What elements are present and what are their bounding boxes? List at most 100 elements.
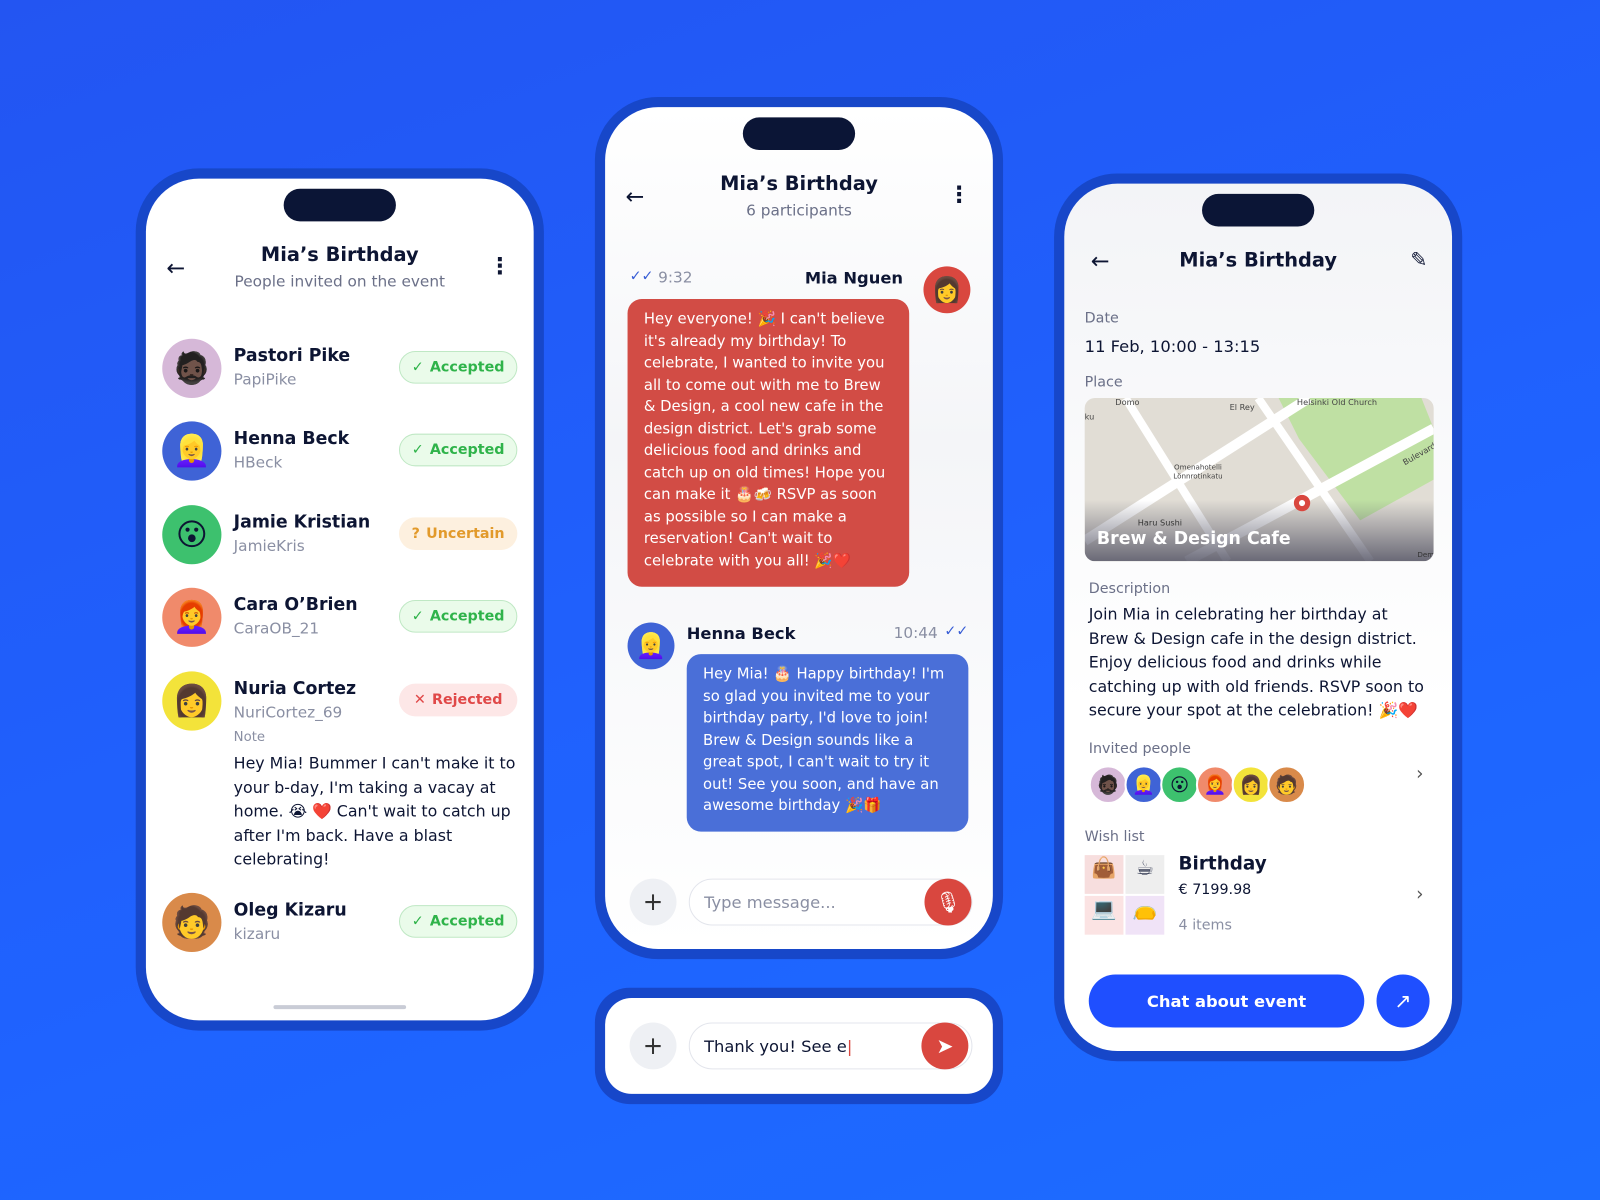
status-icon: ? xyxy=(411,525,420,542)
status-icon: ✓ xyxy=(411,441,424,459)
message-time: 9:32 xyxy=(658,268,693,287)
message-bubble-mia: Hey everyone! 🎉 I can't believe it's alr… xyxy=(627,298,910,587)
chevron-right-icon[interactable]: › xyxy=(1416,763,1423,784)
person-name: Pastori Pike xyxy=(233,345,351,367)
attach-plus-button[interactable]: + xyxy=(629,878,677,926)
compose-screen: + Thank you! See e | ➤ xyxy=(605,997,993,1094)
more-options-icon[interactable]: ⋮ xyxy=(948,183,970,209)
avatar: 🧔🏿 xyxy=(162,338,222,398)
person-name: Jamie Kristian xyxy=(233,512,371,533)
send-button[interactable]: ➤ xyxy=(921,1022,969,1070)
status-badge: ? Uncertain xyxy=(398,517,518,550)
compose-value: Thank you! See e xyxy=(704,1036,847,1056)
invited-avatar: 👱‍♀️ xyxy=(1124,765,1164,805)
event-title: Mia’s Birthday xyxy=(1179,248,1338,272)
wishlist-name: Birthday xyxy=(1178,853,1267,875)
status-icon: ✓ xyxy=(411,359,424,376)
dynamic-island xyxy=(283,188,396,222)
person-handle: PapiPike xyxy=(233,370,297,389)
more-options-icon[interactable]: ⋮ xyxy=(489,254,511,280)
back-arrow-icon[interactable]: ← xyxy=(626,185,645,211)
map-label: Haru Sushi xyxy=(1137,518,1183,528)
edit-icon[interactable]: ✎ xyxy=(1410,247,1427,271)
status-badge: ✕ Rejected xyxy=(398,683,518,717)
page-title: Mia’s Birthday xyxy=(260,243,419,267)
read-check-icon: ✓✓ xyxy=(629,268,654,285)
dynamic-island xyxy=(1202,193,1315,227)
map-label: Helsinki Old Church xyxy=(1296,397,1377,408)
status-icon: ✕ xyxy=(413,691,426,709)
coffee-machine-icon: ☕ xyxy=(1125,855,1165,894)
external-link-icon: ↗ xyxy=(1394,988,1412,1014)
back-arrow-icon[interactable]: ← xyxy=(1091,249,1110,275)
status-label: Accepted xyxy=(429,608,505,625)
status-badge: ✓ Accepted xyxy=(398,433,518,467)
place-label: Place xyxy=(1084,374,1123,391)
status-badge: ✓ Accepted xyxy=(398,599,518,633)
wishlist-count: 4 items xyxy=(1178,917,1232,934)
bag-icon: 👜 xyxy=(1084,855,1124,894)
place-map[interactable]: Domo El Rey Helsinki Old Church Omenahot… xyxy=(1084,397,1434,562)
read-check-icon: ✓✓ xyxy=(944,623,969,640)
status-badge: ✓ Accepted xyxy=(398,351,518,384)
avatar: 👩 xyxy=(162,671,222,731)
wishlist-price: € 7199.98 xyxy=(1178,881,1252,898)
person-handle: kizaru xyxy=(233,924,281,943)
invited-people-phone: ← Mia’s Birthday People invited on the e… xyxy=(135,168,544,1031)
wishlist-label: Wish list xyxy=(1084,828,1145,845)
person-handle: HBeck xyxy=(233,453,283,472)
status-label: Accepted xyxy=(429,359,505,376)
status-icon: ✓ xyxy=(411,913,424,930)
date-label: Date xyxy=(1084,310,1119,327)
description-label: Description xyxy=(1088,580,1171,597)
event-details-phone: ← Mia’s Birthday ✎ Date 11 Feb, 10:00 - … xyxy=(1054,173,1463,1062)
avatar: 🧑 xyxy=(162,892,222,953)
status-label: Uncertain xyxy=(426,525,505,542)
person-handle: JamieKris xyxy=(233,536,305,556)
chat-about-event-button[interactable]: Chat about event xyxy=(1088,974,1365,1028)
map-label: ku xyxy=(1084,412,1095,422)
chevron-right-icon[interactable]: › xyxy=(1416,884,1423,905)
note-text: Hey Mia! Bummer I can't make it to your … xyxy=(233,754,516,869)
laptop-icon: 💻 xyxy=(1084,895,1124,935)
share-button[interactable]: ↗ xyxy=(1376,974,1430,1028)
microphone-button[interactable]: 🎙 xyxy=(924,878,972,926)
event-details-screen: ← Mia’s Birthday ✎ Date 11 Feb, 10:00 - … xyxy=(1064,183,1453,1052)
chat-title: Mia’s Birthday xyxy=(720,172,878,195)
avatar: 😮 xyxy=(162,505,222,565)
home-indicator xyxy=(273,1005,407,1010)
person-name: Oleg Kizaru xyxy=(233,899,347,921)
avatar-henna: 👱‍♀️ xyxy=(627,622,675,670)
date-value: 11 Feb, 10:00 - 13:15 xyxy=(1084,336,1261,357)
attach-plus-button[interactable]: + xyxy=(629,1022,677,1070)
map-label: Domo xyxy=(1115,397,1140,408)
status-icon: ✓ xyxy=(411,608,424,625)
message-placeholder: Type message... xyxy=(704,892,836,912)
place-name: Brew & Design Cafe xyxy=(1096,528,1291,549)
person-name: Nuria Cortez xyxy=(233,678,357,699)
wishlist-thumbnails: 👜 ☕ 💻 👝 xyxy=(1084,855,1165,935)
status-label: Rejected xyxy=(431,691,503,709)
status-badge: ✓ Accepted xyxy=(398,905,518,938)
dynamic-island xyxy=(742,117,856,150)
message-sender: Henna Beck xyxy=(686,623,796,643)
invited-avatar: 👩‍🦰 xyxy=(1195,765,1235,805)
person-handle: NuriCortez_69 xyxy=(233,703,343,722)
map-label: Dem xyxy=(1417,551,1434,560)
avatar: 👩‍🦰 xyxy=(162,587,222,647)
chat-screen: ← Mia’s Birthday 6 participants ⋮ ✓✓ 9:3… xyxy=(605,107,993,949)
person-handle: CaraOB_21 xyxy=(233,619,320,638)
invited-avatar: 🧔🏿 xyxy=(1088,765,1128,805)
map-label: El Rey xyxy=(1229,403,1255,413)
person-name: Henna Beck xyxy=(233,428,350,449)
avatar-mia: 👩 xyxy=(923,266,971,314)
page-subtitle: People invited on the event xyxy=(234,272,446,291)
invited-avatar: 😮 xyxy=(1160,765,1199,805)
chat-phone: ← Mia’s Birthday 6 participants ⋮ ✓✓ 9:3… xyxy=(594,96,1004,960)
description-text: Join Mia in celebrating her birthday at … xyxy=(1088,605,1424,720)
invited-screen: ← Mia’s Birthday People invited on the e… xyxy=(145,178,534,1021)
back-arrow-icon[interactable]: ← xyxy=(166,256,185,282)
person-name: Cara O’Brien xyxy=(233,594,358,616)
handbag-icon: 👝 xyxy=(1125,895,1165,935)
message-sender: Mia Nguen xyxy=(804,268,904,288)
